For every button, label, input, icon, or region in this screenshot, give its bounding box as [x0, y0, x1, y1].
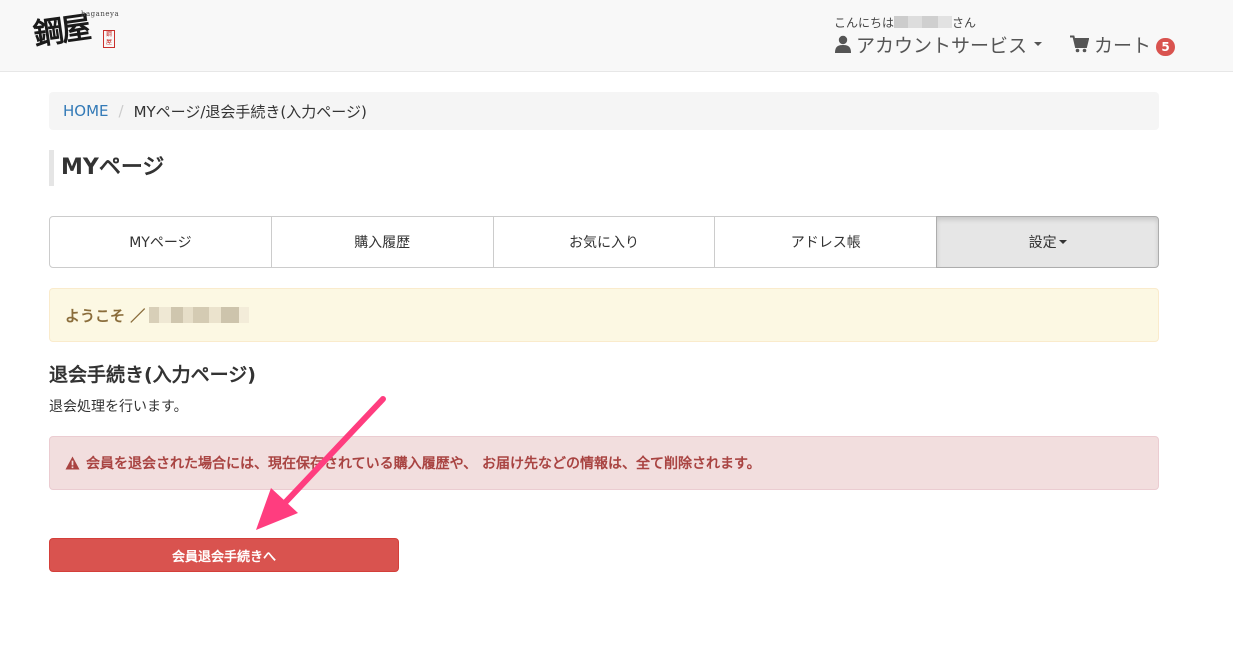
- redacted-username: [149, 307, 250, 323]
- mypage-tabs: MYページ 購入履歴 お気に入り アドレス帳 設定: [49, 216, 1159, 268]
- tab-address-book[interactable]: アドレス帳: [714, 216, 938, 268]
- tab-label: MYページ: [129, 235, 192, 251]
- proceed-withdrawal-button[interactable]: 会員退会手続きへ: [49, 538, 399, 572]
- redacted-username: [894, 16, 953, 28]
- welcome-alert: ようこそ ／: [49, 288, 1159, 342]
- tab-settings[interactable]: 設定: [936, 216, 1159, 268]
- account-services-dropdown[interactable]: アカウントサービス: [834, 32, 1043, 57]
- cart-count-badge: 5: [1156, 38, 1176, 56]
- logo-subtext: haganeya: [81, 10, 120, 18]
- cart-link[interactable]: カート 5: [1070, 32, 1176, 57]
- warning-icon: [65, 456, 80, 470]
- warning-text: 会員を退会された場合には、現在保存されている購入履歴や、 お届け先などの情報は、…: [86, 456, 761, 472]
- tab-label: 購入履歴: [354, 235, 411, 251]
- tab-favorites[interactable]: お気に入り: [492, 216, 716, 268]
- tab-mypage[interactable]: MYページ: [49, 216, 272, 268]
- welcome-label: ようこそ ／: [65, 306, 146, 325]
- tab-label: 設定: [1028, 235, 1057, 251]
- site-header: 鋼屋 haganeya 鋼屋 こんにちは さん アカウントサービス カート 5: [0, 0, 1233, 72]
- chevron-down-icon: [1058, 240, 1067, 244]
- cart-icon: [1070, 35, 1089, 53]
- section-title: 退会手続き(入力ページ): [49, 364, 256, 386]
- breadcrumb-home-link[interactable]: HOME: [63, 102, 109, 120]
- withdrawal-warning-alert: 会員を退会された場合には、現在保存されている購入履歴や、 お届け先などの情報は、…: [49, 436, 1159, 490]
- tab-label: お気に入り: [568, 235, 639, 251]
- breadcrumb-separator: /: [118, 102, 124, 120]
- breadcrumb: HOME / MYページ/退会手続き(入力ページ): [49, 92, 1159, 130]
- tab-label: アドレス帳: [790, 235, 861, 251]
- greeting: こんにちは さん: [834, 14, 976, 31]
- logo-seal: 鋼屋: [103, 30, 115, 48]
- tab-purchase-history[interactable]: 購入履歴: [270, 216, 494, 268]
- account-services-label: アカウントサービス: [856, 34, 1028, 57]
- chevron-down-icon: [1034, 42, 1043, 46]
- page-title: MYページ: [49, 150, 164, 186]
- section-description: 退会処理を行います。: [49, 399, 188, 415]
- site-logo[interactable]: 鋼屋 haganeya 鋼屋: [31, 4, 123, 62]
- greeting-suffix: さん: [952, 16, 977, 30]
- greeting-prefix: こんにちは: [834, 16, 895, 30]
- user-icon: [835, 35, 851, 53]
- breadcrumb-current: MYページ/退会手続き(入力ページ): [133, 102, 367, 121]
- cart-label: カート: [1094, 34, 1152, 57]
